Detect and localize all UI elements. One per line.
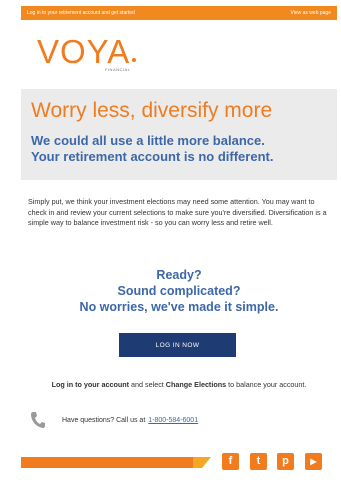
hero-subtitle-line2: Your retirement account is no different. [31,149,274,164]
contact-text: Have questions? Call us at 1-800-584-6001 [62,417,198,424]
login-instruction-text1: and select [129,380,166,389]
body-paragraph: Simply put, we think your investment ele… [28,197,327,227]
qa-line3: No worries, we've made it simple. [79,300,279,314]
twitter-icon[interactable]: t [250,453,267,470]
facebook-icon[interactable]: f [222,453,239,470]
login-instruction-link[interactable]: Log in to your account [52,380,129,389]
logo-subtext: FINANCIAL [105,67,131,72]
footer-orange-bar [21,457,211,468]
phone-number-link[interactable]: 1-800-584-6001 [148,417,198,424]
logo-dot [132,58,136,62]
login-instruction: Log in to your account and select Change… [21,380,337,389]
voya-logo: VOYA FINANCIAL [37,34,147,76]
contact-prefix: Have questions? Call us at [62,416,146,424]
view-web-page-link[interactable]: View as web page [291,10,332,16]
topbar-login-link[interactable]: Log in to your retirement account and ge… [27,10,135,16]
logo-wordmark: VOYA [37,33,131,70]
hero-subtitle-line1: We could all use a little more balance. [31,133,265,148]
email-frame: Log in to your retirement account and ge… [0,0,341,488]
phone-icon [31,412,45,428]
change-elections-text: Change Elections [165,380,227,389]
log-in-now-button[interactable]: LOG IN NOW [119,333,236,357]
qa-line2: Sound complicated? [117,284,241,298]
login-instruction-text2: to balance your account. [226,380,307,389]
contact-row: Have questions? Call us at 1-800-584-6001 [30,408,310,432]
top-bar: Log in to your retirement account and ge… [21,6,337,20]
reassurance-block: Ready? Sound complicated? No worries, we… [21,267,337,315]
hero-title: Worry less, diversify more [31,99,273,122]
hero-banner: Worry less, diversify more We could all … [21,89,337,180]
qa-line1: Ready? [156,268,202,282]
pinterest-icon[interactable]: p [277,453,294,470]
youtube-icon[interactable]: ▶ [305,453,322,470]
hero-subtitle: We could all use a little more balance. … [31,133,327,165]
